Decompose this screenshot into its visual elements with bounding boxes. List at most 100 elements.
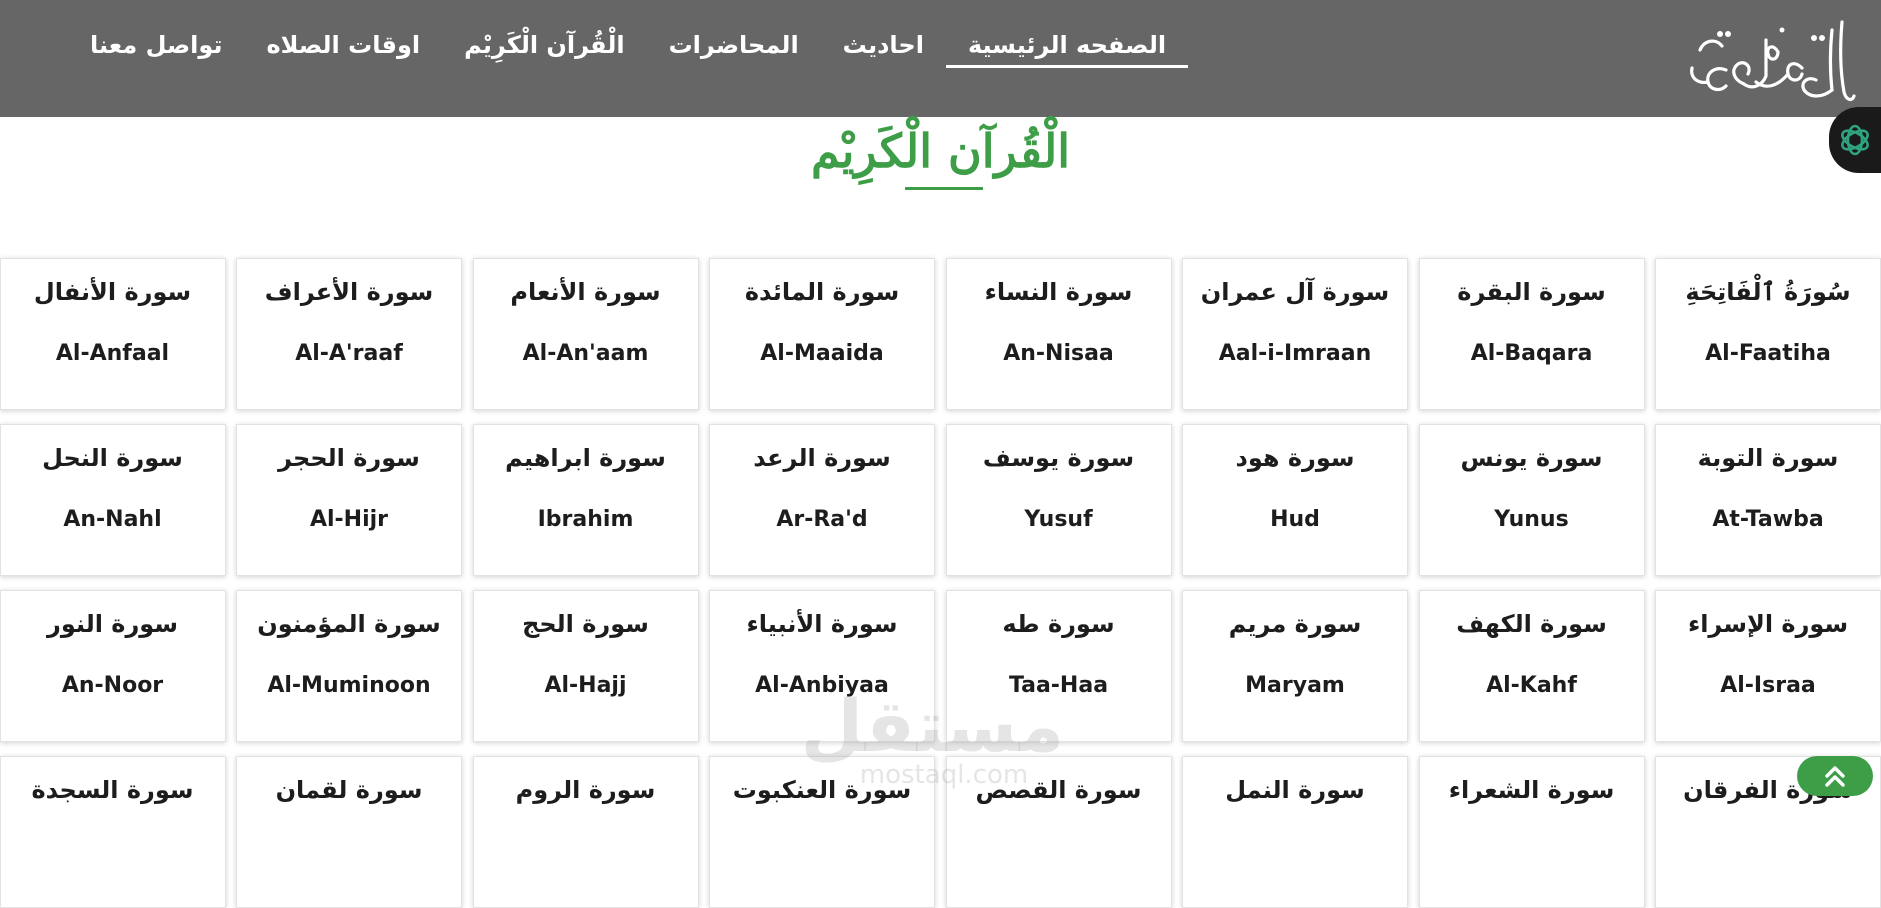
surah-english-name: Aal-i-Imraan <box>1218 341 1372 366</box>
surah-arabic-name: سورة الروم <box>515 776 656 804</box>
surah-arabic-name: سُورَةُ ٱلْفَاتِحَةِ <box>1685 278 1851 306</box>
surah-arabic-name: سورة القصص <box>975 776 1142 804</box>
surah-card[interactable]: سورة الأنبياء Al-Anbiyaa <box>709 590 935 742</box>
navbar: الصفحه الرئيسية احاديث المحاضرات الْقُرآ… <box>0 0 1881 117</box>
surah-english-name: Maryam <box>1245 673 1345 698</box>
surah-card[interactable]: سورة الأنفال Al-Anfaal <box>0 258 226 410</box>
surah-english-name: An-Nisaa <box>1003 341 1114 366</box>
surah-arabic-name: سورة النحل <box>42 444 183 472</box>
surah-card[interactable]: سورة المؤمنون Al-Muminoon <box>236 590 462 742</box>
scroll-to-top-button[interactable] <box>1797 756 1873 796</box>
surah-card[interactable]: سورة النور An-Noor <box>0 590 226 742</box>
surah-card[interactable]: سورة النمل <box>1182 756 1408 908</box>
surah-card[interactable]: سورة يونس Yunus <box>1418 424 1645 576</box>
surah-english-name: Yusuf <box>1024 507 1093 532</box>
surah-arabic-name: سورة الأنفال <box>33 278 192 306</box>
surah-arabic-name: سورة آل عمران <box>1200 278 1390 306</box>
surah-arabic-name: سورة السجدة <box>31 776 194 804</box>
surah-english-name: Ibrahim <box>537 507 634 532</box>
surah-arabic-name: سورة النساء <box>984 278 1133 306</box>
surah-card[interactable]: سورة الكهف Al-Kahf <box>1418 590 1645 742</box>
surah-arabic-name: سورة الإسراء <box>1687 610 1849 638</box>
surah-english-name: Al-Anfaal <box>55 341 170 366</box>
surah-card[interactable]: سورة العنكبوت <box>709 756 935 908</box>
surah-english-name: Hud <box>1270 507 1320 532</box>
surah-arabic-name: سورة يونس <box>1460 444 1603 472</box>
surah-english-name: An-Nahl <box>63 507 162 532</box>
surah-card[interactable]: سورة القصص <box>945 756 1172 908</box>
surah-english-name: Al-Kahf <box>1486 673 1577 698</box>
site-logo[interactable] <box>1682 10 1857 110</box>
double-chevron-up-icon <box>1825 766 1845 787</box>
surah-arabic-name: سورة التوبة <box>1697 444 1839 472</box>
surah-arabic-name: سورة الرعد <box>753 444 891 472</box>
surah-english-name: Al-Faatiha <box>1705 341 1831 366</box>
nav-link-prayer-times[interactable]: اوقات الصلاه <box>244 28 442 68</box>
surah-arabic-name: سورة لقمان <box>275 776 423 804</box>
surah-card[interactable]: سورة النحل An-Nahl <box>0 424 226 576</box>
heading-underline <box>905 187 983 190</box>
surah-english-name: Al-Maaida <box>760 341 884 366</box>
surah-english-name: An-Noor <box>61 673 164 698</box>
surah-arabic-name: سورة المائدة <box>744 278 900 306</box>
surah-arabic-name: سورة المؤمنون <box>257 610 441 638</box>
surah-card[interactable]: سورة يوسف Yusuf <box>945 424 1172 576</box>
surah-arabic-name: سورة الشعراء <box>1448 776 1615 804</box>
surah-english-name: Al-Hajj <box>544 673 627 698</box>
surah-card[interactable]: سورة الإسراء Al-Israa <box>1655 590 1881 742</box>
surah-english-name: Ar-Ra'd <box>776 507 868 532</box>
nav-link-lectures[interactable]: المحاضرات <box>647 28 821 68</box>
surah-english-name: Al-An'aam <box>522 341 649 366</box>
surah-card[interactable]: سورة ابراهيم Ibrahim <box>472 424 699 576</box>
surah-card[interactable]: سورة التوبة At-Tawba <box>1655 424 1881 576</box>
surah-card[interactable]: سورة الرعد Ar-Ra'd <box>709 424 935 576</box>
surah-card[interactable]: سورة طه Taa-Haa <box>945 590 1172 742</box>
surah-arabic-name: سورة الحجر <box>278 444 420 472</box>
nav-menu: الصفحه الرئيسية احاديث المحاضرات الْقُرآ… <box>68 28 1189 68</box>
surah-card[interactable]: سورة الحج Al-Hajj <box>472 590 699 742</box>
surah-english-name: Al-Hijr <box>309 507 389 532</box>
surah-arabic-name: سورة الأعراف <box>264 278 434 306</box>
surah-card[interactable]: سورة السجدة <box>0 756 226 908</box>
surah-arabic-name: سورة الكهف <box>1456 610 1607 638</box>
surah-arabic-name: سورة النور <box>47 610 178 638</box>
nav-link-hadiths[interactable]: احاديث <box>821 28 946 68</box>
surah-card[interactable]: سورة مريم Maryam <box>1182 590 1408 742</box>
surah-arabic-name: سورة يوسف <box>982 444 1135 472</box>
surah-arabic-name: سورة الحج <box>522 610 649 638</box>
surah-card[interactable]: سورة الأعراف Al-A'raaf <box>236 258 462 410</box>
surah-card[interactable]: سُورَةُ ٱلْفَاتِحَةِ Al-Faatiha <box>1655 258 1881 410</box>
surah-english-name: Taa-Haa <box>1008 673 1109 698</box>
surah-english-name: Al-Baqara <box>1470 341 1593 366</box>
surah-card[interactable]: سورة المائدة Al-Maaida <box>709 258 935 410</box>
surah-english-name: At-Tawba <box>1712 507 1824 532</box>
nav-link-contact[interactable]: تواصل معنا <box>68 28 244 68</box>
surah-english-name: Al-Israa <box>1720 673 1816 698</box>
surah-card[interactable]: سورة النساء An-Nisaa <box>945 258 1172 410</box>
surah-card[interactable]: سورة الشعراء <box>1418 756 1645 908</box>
surah-english-name: Al-Muminoon <box>267 673 431 698</box>
surah-arabic-name: سورة طه <box>1002 610 1115 638</box>
surah-card[interactable]: سورة لقمان <box>236 756 462 908</box>
surah-english-name: Al-A'raaf <box>295 341 403 366</box>
surah-arabic-name: سورة مريم <box>1228 610 1362 638</box>
surah-english-name: Al-Anbiyaa <box>755 673 889 698</box>
page-title: الْقُرآن الْكَرِيْم <box>810 124 1071 178</box>
surah-arabic-name: سورة البقرة <box>1457 278 1606 306</box>
surah-card[interactable]: سورة آل عمران Aal-i-Imraan <box>1182 258 1408 410</box>
surah-arabic-name: سورة العنكبوت <box>732 776 912 804</box>
surah-arabic-name: سورة الأنعام <box>510 278 661 306</box>
page-heading: الْقُرآن الْكَرِيْم <box>0 120 1881 182</box>
surah-card[interactable]: سورة الروم <box>472 756 699 908</box>
surah-english-name: Yunus <box>1494 507 1569 532</box>
surah-card[interactable]: سورة الحجر Al-Hijr <box>236 424 462 576</box>
surah-card[interactable]: سورة هود Hud <box>1182 424 1408 576</box>
surah-arabic-name: سورة النمل <box>1225 776 1365 804</box>
surah-arabic-name: سورة هود <box>1235 444 1355 472</box>
surah-arabic-name: سورة الأنبياء <box>746 610 898 638</box>
surah-card[interactable]: سورة البقرة Al-Baqara <box>1418 258 1645 410</box>
nav-link-home[interactable]: الصفحه الرئيسية <box>945 28 1189 68</box>
nav-link-quran[interactable]: الْقُرآن الْكَرِيْم <box>442 28 646 68</box>
surah-arabic-name: سورة ابراهيم <box>505 444 666 472</box>
surah-card[interactable]: سورة الأنعام Al-An'aam <box>472 258 699 410</box>
